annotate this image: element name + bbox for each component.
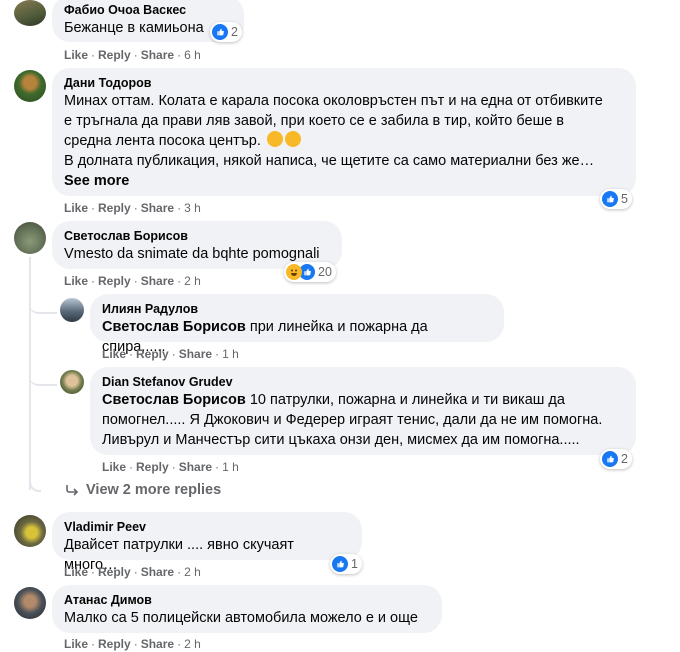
timestamp[interactable]: 2 h	[184, 565, 201, 579]
share-button[interactable]: Share	[141, 48, 174, 62]
share-button[interactable]: Share	[179, 347, 212, 361]
reply-button[interactable]: Reply	[136, 460, 169, 474]
reaction-count: 1	[351, 557, 358, 571]
mention-link[interactable]: Светослав Борисов	[102, 319, 246, 335]
avatar[interactable]	[14, 587, 46, 619]
share-button[interactable]: Share	[141, 565, 174, 579]
comment-author[interactable]: Vladimir Peev	[64, 519, 350, 535]
like-button[interactable]: Like	[102, 347, 126, 361]
comment-actions: Like · Reply · Share · 3 h	[64, 201, 201, 215]
reaction-summary[interactable]: 5	[600, 189, 632, 209]
reply-line: Ливърул и Манчестър сити цъкаха онзи ден…	[102, 432, 580, 448]
comment-actions: Like · Reply · Share · 6 h	[64, 48, 201, 62]
comment-line: Минах оттам. Колата е карала посока окол…	[64, 93, 603, 109]
reply-button[interactable]: Reply	[98, 48, 131, 62]
view-more-replies-link[interactable]: View 2 more replies	[64, 482, 221, 498]
reply-actions: Like · Reply · Share · 1 h	[102, 460, 239, 474]
like-button[interactable]: Like	[64, 201, 88, 215]
share-button[interactable]: Share	[179, 460, 212, 474]
comment-bubble: Vladimir Peev Двайсет патрулки .... явно…	[52, 512, 362, 573]
timestamp[interactable]: 3 h	[184, 201, 201, 215]
comment-actions: Like · Reply · Share · 2 h	[64, 637, 201, 651]
reply-author[interactable]: Илиян Радулов	[102, 301, 492, 317]
like-icon	[332, 556, 348, 572]
comment-text: Бежанце в камиьона	[64, 20, 204, 36]
reaction-summary[interactable]: 1	[330, 554, 362, 574]
like-icon	[212, 24, 228, 40]
thread-branch	[29, 296, 57, 314]
reaction-summary[interactable]: 20	[284, 262, 336, 282]
reply-actions: Like · Reply · Share · 1 h	[102, 347, 239, 361]
comment-line: В долната публикация, някой написа, че щ…	[64, 153, 595, 169]
comment-author[interactable]: Фабио Очоа Васкес	[64, 2, 232, 18]
share-button[interactable]: Share	[141, 274, 174, 288]
reply-bubble: Dian Stefanov Grudev Светослав Борисов 1…	[90, 367, 636, 455]
comment-bubble: Дани Тодоров Минах оттам. Колата е карал…	[52, 68, 636, 196]
avatar[interactable]	[60, 298, 84, 322]
timestamp[interactable]: 1 h	[222, 460, 239, 474]
avatar[interactable]	[14, 70, 46, 102]
avatar[interactable]	[14, 0, 46, 26]
reaction-summary[interactable]: 2	[210, 22, 242, 42]
reply-author[interactable]: Dian Stefanov Grudev	[102, 374, 624, 390]
reply-bubble: Илиян Радулов Светослав Борисов при лине…	[90, 294, 504, 355]
crying-emoji-icon	[266, 131, 283, 147]
comment-text: Малко са 5 полицейски автомобила можело …	[64, 610, 418, 626]
share-button[interactable]: Share	[141, 637, 174, 651]
reply-text: Светослав Борисов 10 патрулки, пожарна и…	[102, 390, 624, 450]
reaction-count: 5	[621, 192, 628, 206]
like-button[interactable]: Like	[64, 48, 88, 62]
avatar[interactable]	[60, 370, 84, 394]
reply-button[interactable]: Reply	[98, 565, 131, 579]
reply-line: помогнел..... Я Джокович и Федерер играя…	[102, 412, 603, 428]
reply-button[interactable]: Reply	[136, 347, 169, 361]
thread-branch	[29, 368, 57, 386]
like-icon	[602, 191, 618, 207]
timestamp[interactable]: 6 h	[184, 48, 201, 62]
reaction-count: 2	[621, 452, 628, 466]
view-more-replies-label: View 2 more replies	[86, 482, 222, 498]
reaction-count: 20	[318, 265, 332, 279]
comment-text: Vmesto da snimate da bqhte pomognali	[64, 246, 320, 262]
reply-text-body: 10 патрулки, пожарна и линейка и ти вика…	[245, 392, 565, 408]
like-button[interactable]: Like	[64, 637, 88, 651]
comment-text: Минах оттам. Колата е карала посока окол…	[64, 91, 624, 171]
comment-bubble: Атанас Димов Малко са 5 полицейски автом…	[52, 585, 442, 633]
comment-actions: Like · Reply · Share · 2 h	[64, 565, 201, 579]
like-button[interactable]: Like	[64, 565, 88, 579]
crying-emoji-icon	[284, 131, 301, 147]
timestamp[interactable]: 2 h	[184, 274, 201, 288]
comment-author[interactable]: Светослав Борисов	[64, 228, 330, 244]
reply-button[interactable]: Reply	[98, 201, 131, 215]
timestamp[interactable]: 2 h	[184, 637, 201, 651]
comment-author[interactable]: Дани Тодоров	[64, 75, 624, 91]
comment-line: е тръгнала да прави ляв завой, при което…	[64, 113, 565, 129]
reply-button[interactable]: Reply	[98, 274, 131, 288]
haha-icon	[286, 264, 302, 280]
timestamp[interactable]: 1 h	[222, 347, 239, 361]
like-button[interactable]: Like	[102, 460, 126, 474]
reaction-count: 2	[231, 25, 238, 39]
share-button[interactable]: Share	[141, 201, 174, 215]
reply-button[interactable]: Reply	[98, 637, 131, 651]
avatar[interactable]	[14, 515, 46, 547]
like-button[interactable]: Like	[64, 274, 88, 288]
avatar[interactable]	[14, 222, 46, 254]
mention-link[interactable]: Светослав Борисов	[102, 392, 246, 408]
comment-line: средна лента посока център.	[64, 133, 261, 149]
comment-actions: Like · Reply · Share · 2 h	[64, 274, 201, 288]
reply-arrow-icon	[66, 485, 79, 496]
thread-branch	[29, 470, 41, 492]
like-icon	[602, 451, 618, 467]
comment-author[interactable]: Атанас Димов	[64, 592, 430, 608]
see-more-link[interactable]: See more	[64, 171, 624, 191]
reaction-summary[interactable]: 2	[600, 449, 632, 469]
